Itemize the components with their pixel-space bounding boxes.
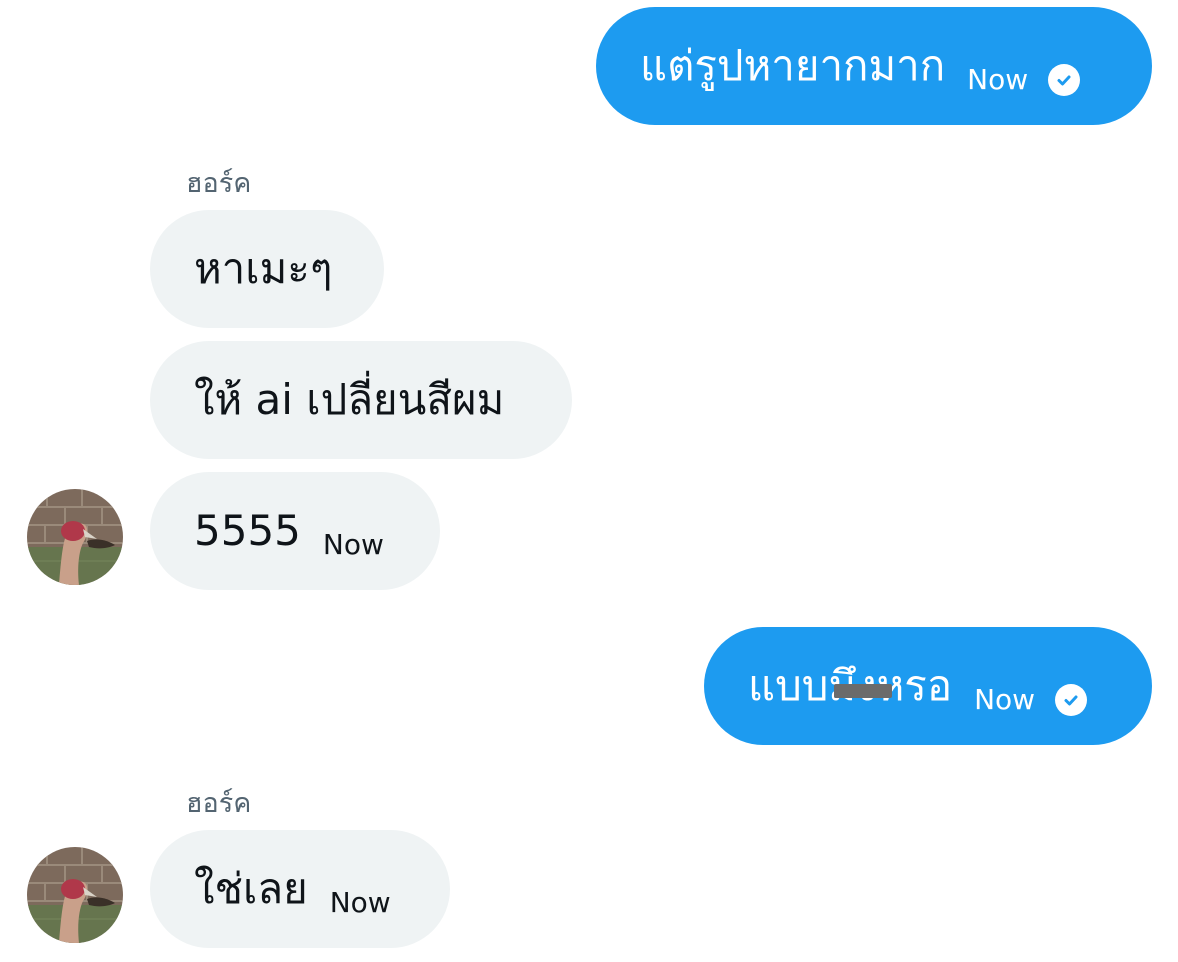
avatar[interactable] — [27, 489, 123, 585]
avatar-bird-on-brick-wall-icon — [27, 489, 123, 585]
incoming-message-bubble[interactable]: 5555 Now — [150, 472, 440, 590]
avatar-bird-on-brick-wall-icon — [27, 847, 123, 943]
message-timestamp: Now — [322, 528, 384, 561]
message-text: หาเมะๆ — [194, 244, 333, 293]
message-text: 5555 — [194, 506, 301, 555]
avatar[interactable] — [27, 847, 123, 943]
outgoing-message-bubble[interactable]: แบบมึงหรอ Now — [704, 627, 1152, 745]
message-text: ใช่เลย — [194, 864, 308, 913]
check-circle-icon — [1055, 684, 1088, 716]
incoming-message-bubble[interactable]: ให้ ai เปลี่ยนสีผม — [150, 341, 572, 459]
redaction-bar — [834, 684, 892, 698]
message-text: ให้ ai เปลี่ยนสีผม — [194, 375, 505, 424]
incoming-message-bubble[interactable]: หาเมะๆ — [150, 210, 384, 328]
message-timestamp: Now — [967, 63, 1029, 96]
message-timestamp: Now — [974, 683, 1036, 716]
incoming-message-bubble[interactable]: ใช่เลย Now — [150, 830, 450, 948]
check-circle-icon — [1048, 64, 1081, 96]
message-text: แต่รูปหายากมาก — [640, 41, 946, 90]
sender-name: ฮอร์ค — [186, 168, 252, 199]
outgoing-message-bubble[interactable]: แต่รูปหายากมาก Now — [596, 7, 1152, 125]
message-timestamp: Now — [329, 886, 391, 919]
sender-name: ฮอร์ค — [186, 788, 252, 819]
